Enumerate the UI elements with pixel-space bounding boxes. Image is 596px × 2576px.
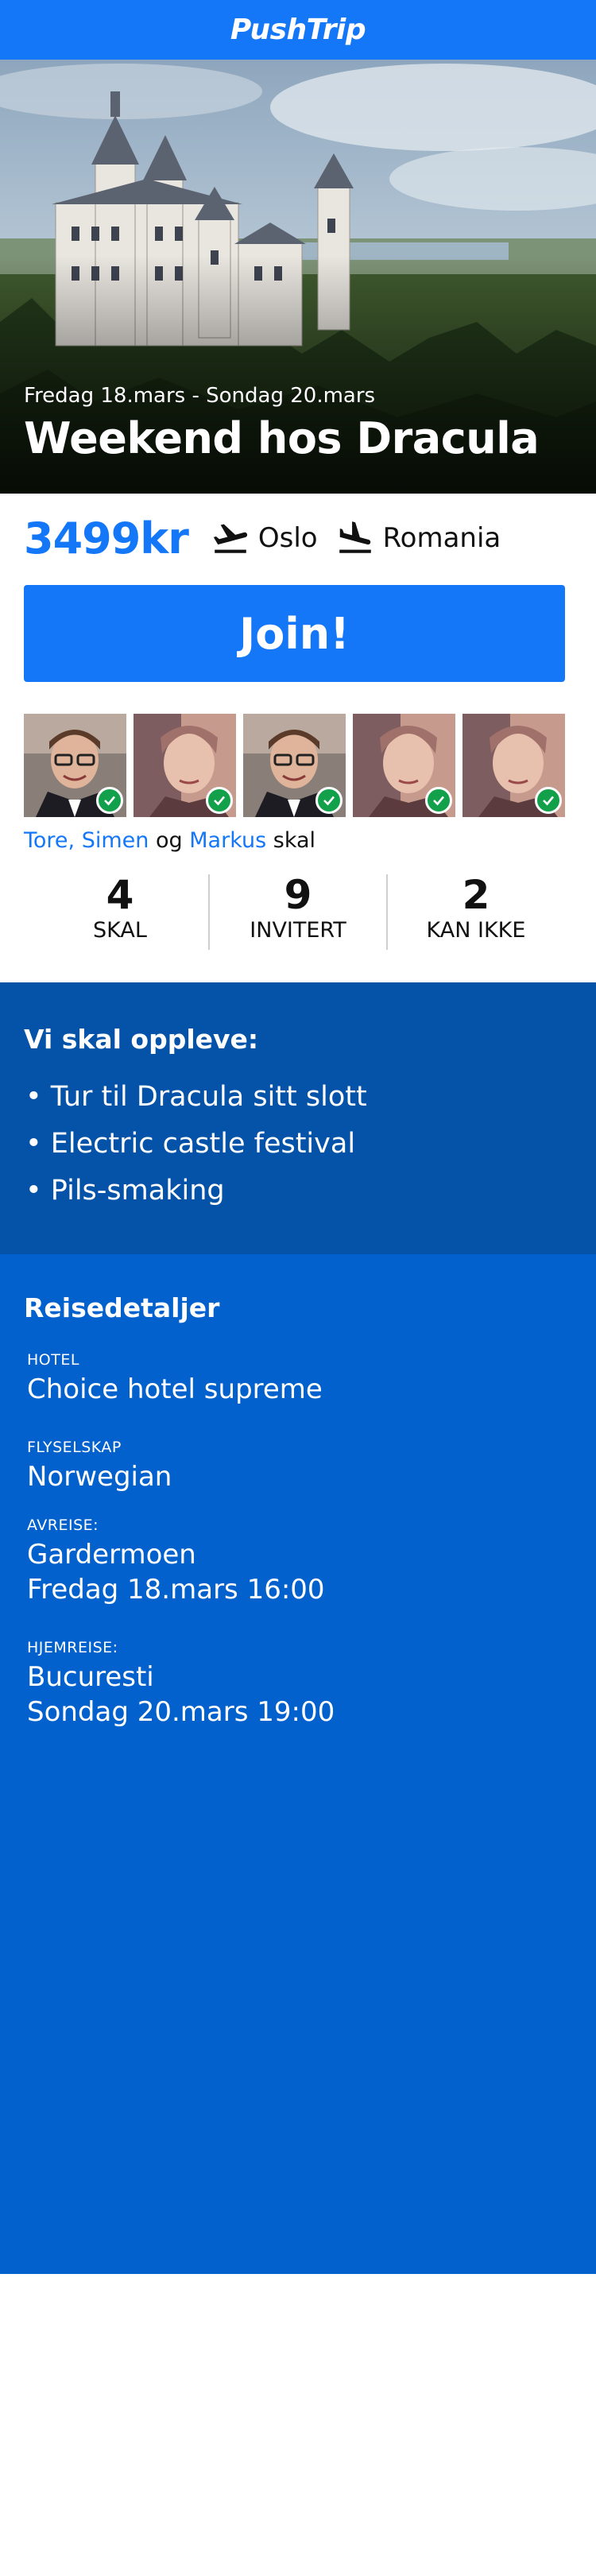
participant-name-link[interactable]: Tore,	[24, 828, 75, 853]
trip-price: 3499kr	[24, 513, 189, 564]
plane-arrival-icon	[339, 521, 371, 553]
list-item: • Electric castle festival	[25, 1128, 356, 1160]
stat-number: 2	[462, 872, 490, 918]
going-summary: Tore, Simen og Markus skal	[24, 828, 315, 853]
hotel-field: HOTEL Choice hotel supreme	[27, 1351, 323, 1407]
participant-avatar[interactable]	[134, 714, 236, 817]
price-route-row: 3499kr Oslo Romania	[24, 509, 518, 567]
stat-label: SKAL	[93, 917, 147, 943]
app-logo[interactable]: PushTrip	[230, 14, 366, 46]
list-item: • Pils-smaking	[25, 1175, 225, 1207]
list-item: • Tur til Dracula sitt slott	[25, 1081, 367, 1113]
participant-name-link[interactable]: Markus	[189, 828, 266, 853]
trip-title: Weekend hos Dracula	[24, 413, 540, 463]
top-bar: PushTrip	[0, 0, 596, 60]
participant-avatar[interactable]	[462, 714, 565, 817]
stat-number: 4	[106, 872, 134, 918]
check-icon	[425, 787, 452, 814]
departure-field: AVREISE: Gardermoen Fredag 18.mars 16:00	[27, 1517, 325, 1607]
field-label: HOTEL	[27, 1351, 79, 1369]
stat-label: KAN IKKE	[426, 917, 526, 943]
check-icon	[535, 787, 562, 814]
field-label: FLYSELSKAP	[27, 1439, 122, 1456]
field-label: AVREISE:	[27, 1517, 99, 1534]
trip-details-section: Reisedetaljer HOTEL Choice hotel supreme…	[0, 1254, 596, 2274]
participant-name-link[interactable]: Simen	[82, 828, 149, 853]
return-time: Sondag 20.mars 19:00	[27, 1696, 335, 1728]
check-icon	[315, 787, 343, 814]
going-suffix: skal	[273, 828, 316, 853]
trip-dates: Fredag 18.mars - Sondag 20.mars	[24, 384, 376, 408]
experience-section: Vi skal oppleve: • Tur til Dracula sitt …	[0, 982, 596, 1254]
participant-avatar[interactable]	[243, 714, 346, 817]
experience-list: • Tur til Dracula sitt slott • Electric …	[25, 1074, 367, 1214]
airline-field: FLYSELSKAP Norwegian	[27, 1439, 172, 1494]
participant-avatars	[24, 714, 565, 817]
stat-number: 9	[284, 872, 312, 918]
check-icon	[206, 787, 233, 814]
field-label: HJEMREISE:	[27, 1639, 118, 1656]
airline-name: Norwegian	[27, 1461, 172, 1493]
stat-label: INVITERT	[250, 917, 346, 943]
attendance-stats: 4 SKAL 9 INVITERT 2 KAN IKKE	[32, 874, 564, 950]
return-field: HJEMREISE: Bucuresti Sondag 20.mars 19:0…	[27, 1639, 335, 1730]
check-icon	[96, 787, 123, 814]
join-button[interactable]: Join!	[24, 585, 565, 682]
plane-departure-icon	[213, 524, 247, 553]
details-title: Reisedetaljer	[24, 1292, 220, 1323]
experience-title: Vi skal oppleve:	[24, 1024, 259, 1055]
stat-declined[interactable]: 2 KAN IKKE	[386, 874, 564, 950]
hotel-name: Choice hotel supreme	[27, 1373, 323, 1405]
participant-avatar[interactable]	[24, 714, 126, 817]
departure-time: Fredag 18.mars 16:00	[27, 1574, 325, 1606]
hero-image: Fredag 18.mars - Sondag 20.mars Weekend …	[0, 60, 596, 494]
departure-airport: Gardermoen	[27, 1539, 196, 1571]
destination-country: Romania	[382, 522, 501, 554]
participant-avatar[interactable]	[353, 714, 455, 817]
stat-going[interactable]: 4 SKAL	[32, 874, 208, 950]
origin-city: Oslo	[257, 522, 318, 554]
return-airport: Bucuresti	[27, 1661, 154, 1693]
stat-invited[interactable]: 9 INVITERT	[208, 874, 386, 950]
going-connector: og	[155, 828, 183, 853]
